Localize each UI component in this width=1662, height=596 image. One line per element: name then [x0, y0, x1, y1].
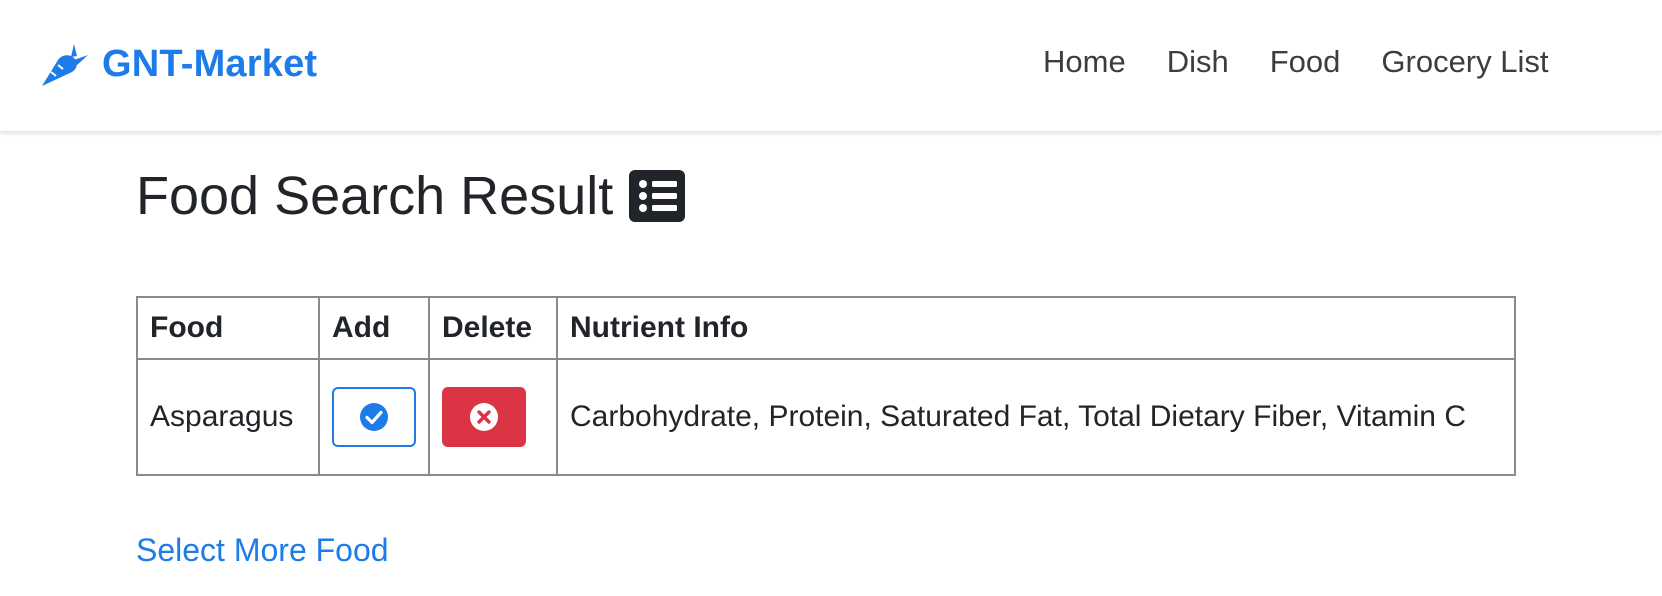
nav-link-food[interactable]: Food — [1270, 44, 1341, 80]
header-add: Add — [318, 296, 430, 360]
food-name: Asparagus — [136, 358, 320, 476]
nav-link-grocery-list[interactable]: Grocery List — [1381, 44, 1548, 80]
delete-button[interactable] — [442, 387, 526, 447]
table-header-row: Food Add Delete Nutrient Info — [136, 296, 1516, 360]
nav-links: Home Dish Food Grocery List — [1043, 44, 1590, 80]
header-delete: Delete — [428, 296, 558, 360]
nav-link-home[interactable]: Home — [1043, 44, 1126, 80]
add-button[interactable] — [332, 387, 416, 447]
list-icon — [629, 170, 686, 222]
food-results-table: Food Add Delete Nutrient Info Asparagus — [136, 296, 1516, 476]
header-nutrient-info: Nutrient Info — [556, 296, 1516, 360]
table-row: Asparagus Carbohydrate, Protein, Saturat… — [136, 358, 1516, 476]
times-circle-icon — [470, 403, 498, 431]
nutrient-info: Carbohydrate, Protein, Saturated Fat, To… — [556, 358, 1516, 476]
page-heading: Food Search Result — [136, 165, 686, 227]
navbar: GNT-Market Home Dish Food Grocery List — [0, 0, 1662, 132]
header-food: Food — [136, 296, 320, 360]
add-cell — [318, 358, 430, 476]
brand-link[interactable]: GNT-Market — [38, 38, 317, 90]
brand-name: GNT-Market — [102, 42, 318, 85]
select-more-food-link[interactable]: Select More Food — [136, 532, 389, 569]
nav-link-dish[interactable]: Dish — [1167, 44, 1229, 80]
check-circle-icon — [360, 403, 388, 431]
carrot-icon — [42, 44, 88, 86]
delete-cell — [428, 358, 558, 476]
page-title: Food Search Result — [136, 166, 614, 226]
